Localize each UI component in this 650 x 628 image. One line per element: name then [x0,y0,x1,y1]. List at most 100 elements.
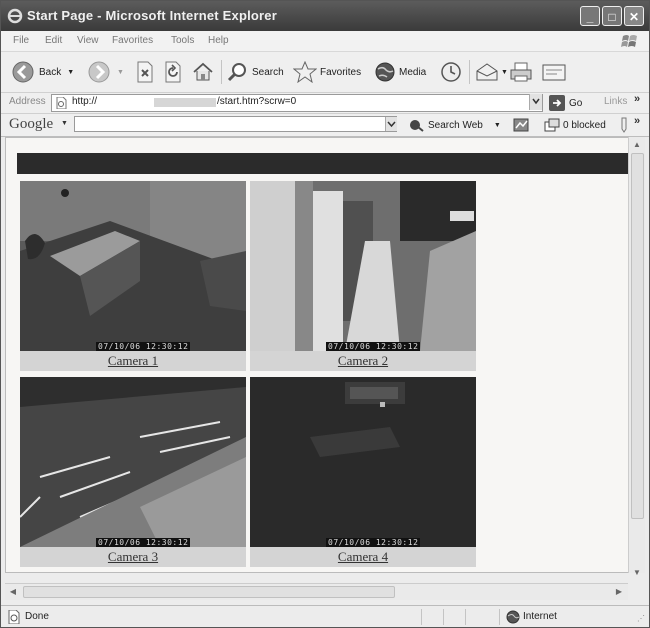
maximize-button[interactable]: □ [602,6,622,26]
refresh-button[interactable] [163,57,183,87]
horizontal-scrollbar[interactable]: ◀ ▶ [5,583,628,600]
camera-1-image [20,181,246,351]
scroll-up-icon[interactable]: ▲ [631,139,643,151]
print-button[interactable] [509,57,533,87]
camera-tile-3: 07/10/06 12:30:12 Camera 3 [20,377,246,567]
favorites-button[interactable]: Favorites [293,57,361,87]
back-arrow-icon [12,61,34,83]
mail-button[interactable]: ▼ [475,57,508,87]
camera-3-link[interactable]: Camera 3 [108,549,158,564]
back-button[interactable]: Back ▼ [11,57,74,87]
scroll-left-icon[interactable]: ◀ [7,586,19,598]
mail-dropdown-icon[interactable]: ▼ [501,69,508,76]
forward-dropdown-icon[interactable]: ▼ [117,69,124,76]
camera-timestamp: 07/10/06 12:30:12 [96,538,191,547]
media-button[interactable]: Media [374,57,426,87]
camera-feed-1[interactable]: 07/10/06 12:30:12 [20,181,246,351]
search-web-button[interactable]: Search Web ▼ [409,118,501,132]
go-arrow-icon [549,95,565,111]
favorites-star-icon [293,61,317,83]
camera-timestamp: 07/10/06 12:30:12 [96,342,191,351]
windows-flag-icon [621,35,637,47]
minimize-button[interactable]: _ [580,6,600,26]
edit-page-icon [542,64,566,81]
search-web-icon [410,120,424,132]
redacted-host [154,98,216,107]
camera-2-image [250,181,476,351]
horizontal-scroll-thumb[interactable] [23,586,395,598]
camera-feed-3[interactable]: 07/10/06 12:30:12 [20,377,246,547]
search-web-dropdown-icon[interactable]: ▼ [494,122,501,129]
chevron-right-icon[interactable]: » [634,93,640,105]
favorites-label: Favorites [320,66,362,78]
camera-feed-2[interactable]: 07/10/06 12:30:12 [250,181,476,351]
vertical-scroll-thumb[interactable] [631,153,644,519]
camera-feed-4[interactable]: 07/10/06 12:30:12 [250,377,476,547]
history-button[interactable] [439,57,463,87]
camera-label-4: Camera 4 [250,547,476,567]
links-button[interactable]: Links [604,96,627,107]
pagerank-button[interactable] [513,118,529,132]
close-button[interactable]: ✕ [624,6,644,26]
mail-envelope-icon [476,63,498,81]
camera-4-link[interactable]: Camera 4 [338,549,388,564]
address-input[interactable]: http:// /start.htm?scrw=0 [51,94,543,112]
edit-button[interactable] [541,57,567,87]
status-divider [421,609,422,625]
status-divider [499,609,500,625]
camera-2-link[interactable]: Camera 2 [338,353,388,368]
search-button[interactable]: Search [227,57,284,87]
camera-timestamp: 07/10/06 12:30:12 [326,538,421,547]
printer-icon [510,62,532,82]
status-divider [465,609,466,625]
go-button[interactable]: Go [549,95,582,111]
google-menu-dropdown-icon[interactable]: ▼ [61,120,68,127]
menu-edit[interactable]: Edit [45,35,62,46]
address-label: Address [9,96,46,107]
media-globe-icon [375,62,395,82]
menu-view[interactable]: View [77,35,99,46]
google-search-dropdown[interactable] [385,117,397,131]
camera-tile-1: 07/10/06 12:30:12 Camera 1 [20,181,246,371]
status-bar: Done Internet ⋰ [1,605,649,627]
page-favicon-icon [56,97,67,109]
menu-file[interactable]: File [13,35,29,46]
popup-blocker-icon [544,118,560,132]
stop-page-icon [137,61,153,83]
toolbar-separator [469,60,470,84]
page-content: 07/10/06 12:30:12 Camera 1 07/10/06 12:3… [5,137,630,573]
back-label: Back [39,66,62,78]
vertical-scrollbar[interactable]: ▲ ▼ [628,137,645,577]
address-bar: Address http:// /start.htm?scrw=0 Go Lin… [1,93,649,114]
toolbar-separator [221,60,222,84]
menu-help[interactable]: Help [208,35,229,46]
camera-label-3: Camera 3 [20,547,246,567]
pencil-icon[interactable] [619,117,629,133]
camera-1-link[interactable]: Camera 1 [108,353,158,368]
forward-button[interactable]: ▼ [87,57,124,87]
menu-tools[interactable]: Tools [171,35,194,46]
popup-blocker-button[interactable]: 0 blocked [544,118,606,132]
camera-timestamp: 07/10/06 12:30:12 [326,342,421,351]
standard-toolbar: Back ▼ ▼ Search Favorites Media ▼ [1,52,649,93]
history-clock-icon [441,62,461,82]
chevron-right-icon[interactable]: » [634,115,640,127]
menu-favorites[interactable]: Favorites [112,35,153,46]
home-button[interactable] [192,57,214,87]
google-search-input[interactable] [74,116,397,132]
stop-button[interactable] [135,57,155,87]
search-magnifier-icon [227,63,246,82]
camera-label-2: Camera 2 [250,351,476,371]
google-logo[interactable]: Google [9,116,53,133]
refresh-page-icon [165,61,181,83]
forward-arrow-icon [88,61,110,83]
home-icon [193,62,213,81]
camera-4-image [250,377,476,547]
resize-grip-icon[interactable]: ⋰ [637,614,645,623]
scroll-right-icon[interactable]: ▶ [613,586,625,598]
camera-label-1: Camera 1 [20,351,246,371]
address-dropdown-button[interactable] [529,94,542,110]
back-dropdown-icon[interactable]: ▼ [67,69,74,76]
scroll-down-icon[interactable]: ▼ [631,567,643,579]
internet-globe-icon [506,610,520,624]
